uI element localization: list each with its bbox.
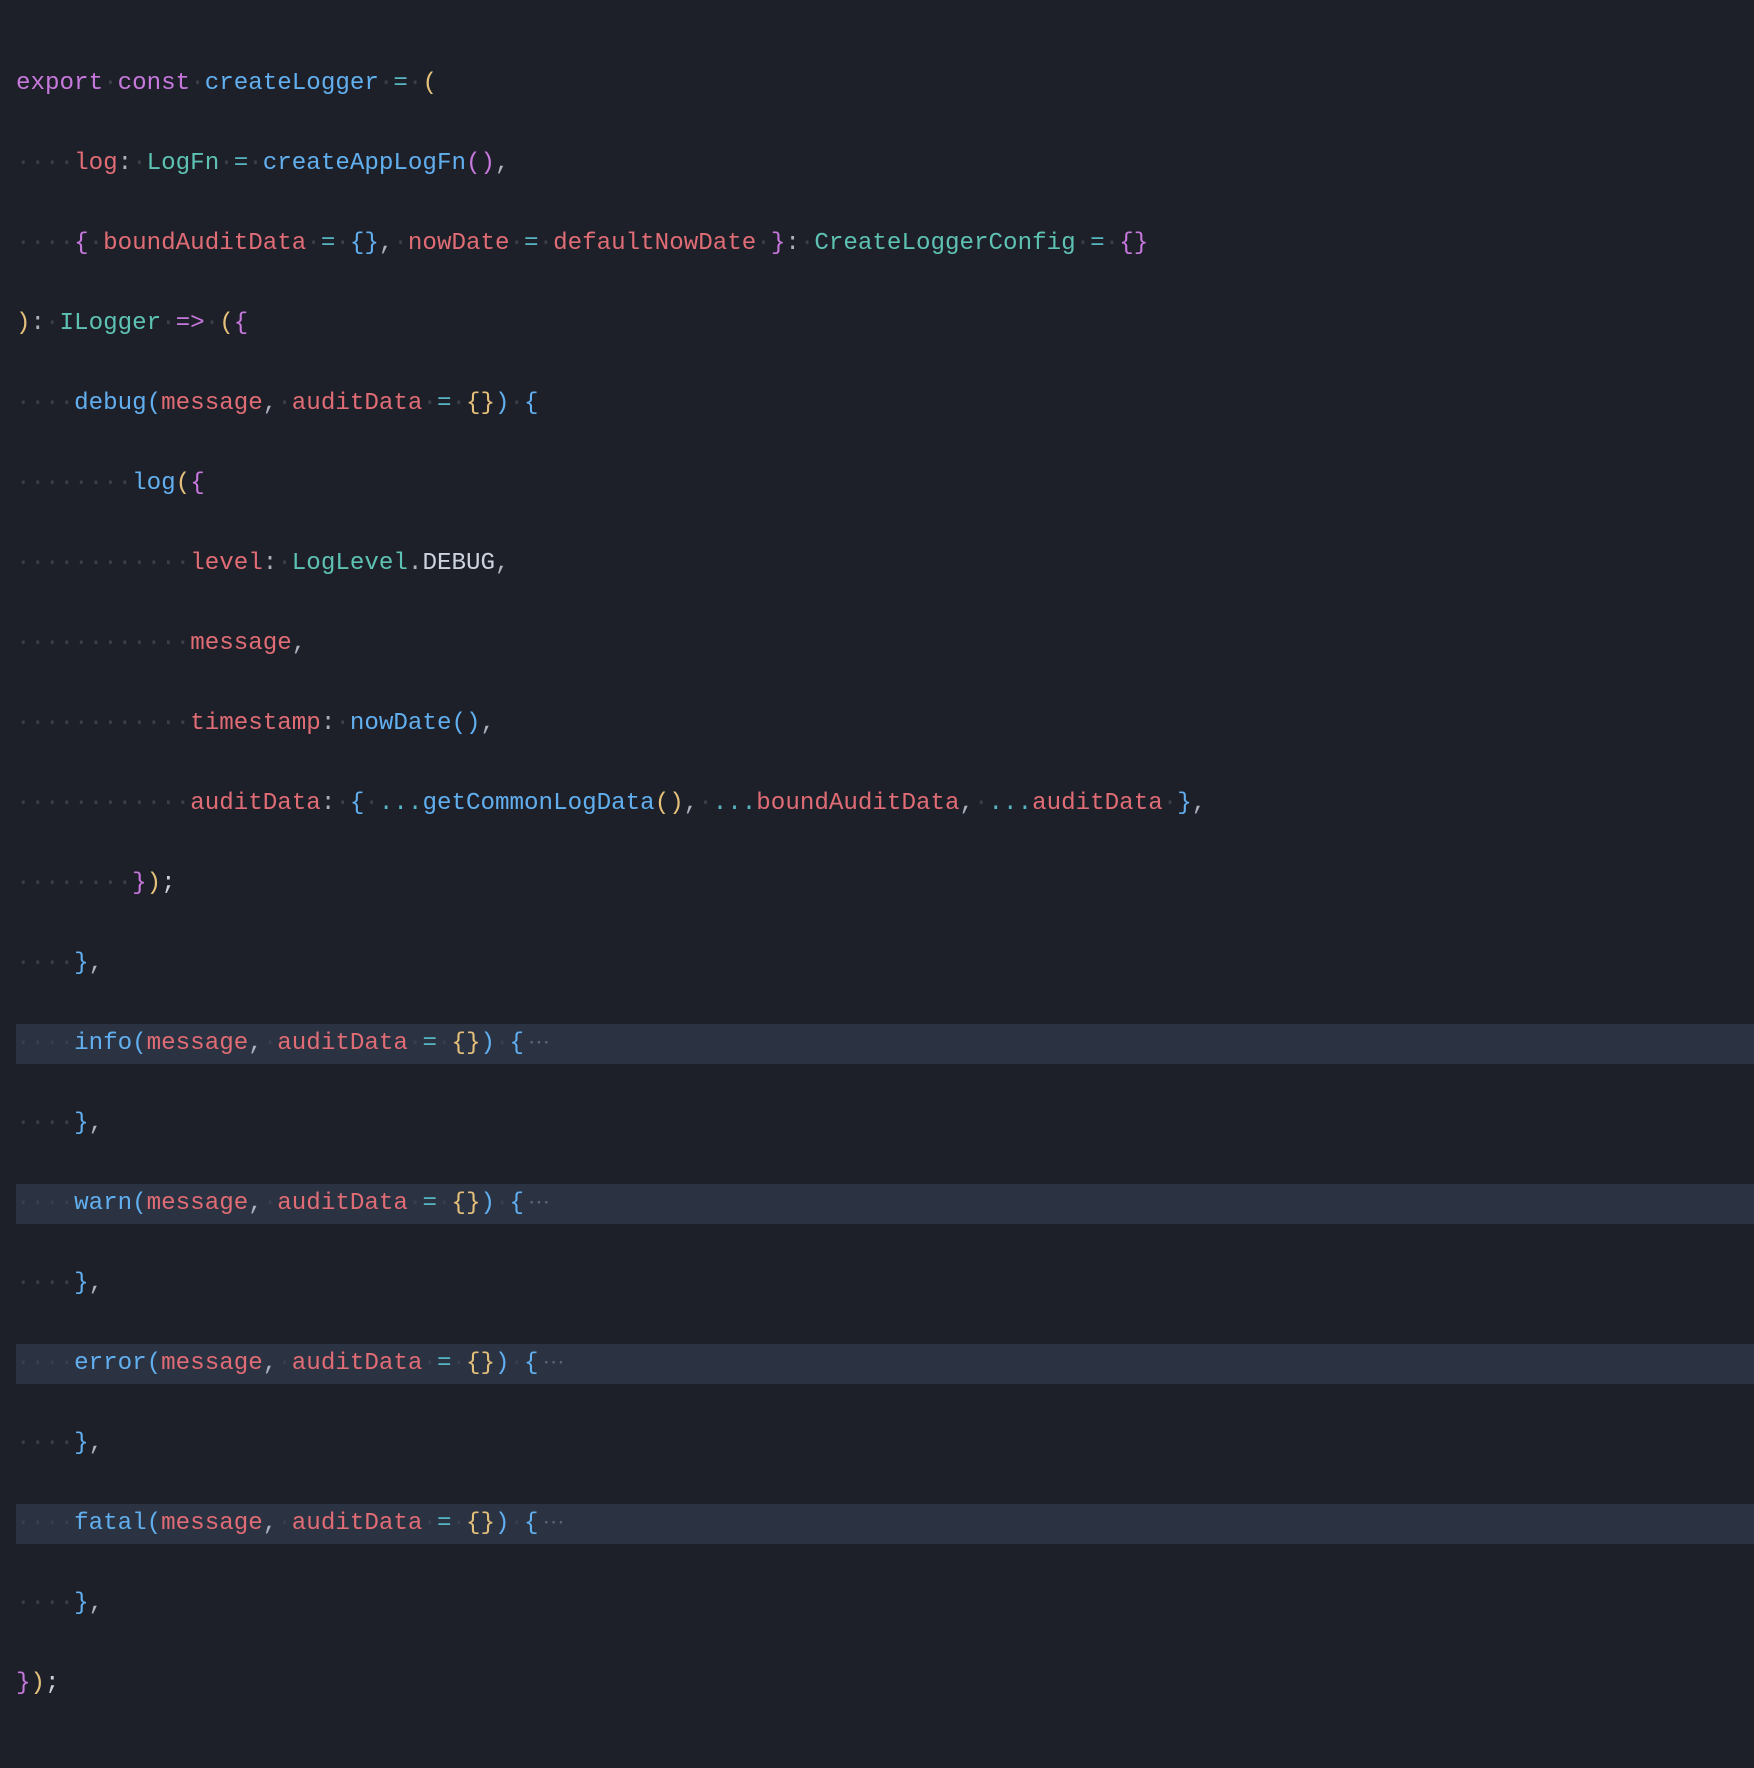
code-line: ············timestamp:·nowDate(), xyxy=(16,704,1754,744)
code-line-folded[interactable]: ····info(message,·auditData·=·{})·{⋯ xyxy=(16,1024,1754,1064)
code-line: ····}, xyxy=(16,1584,1754,1624)
param-message: message xyxy=(161,390,263,417)
code-line: ):·ILogger·=>·({ xyxy=(16,304,1754,344)
param-log: log xyxy=(74,150,118,177)
enum-LogLevel: LogLevel xyxy=(292,550,408,577)
param-boundAuditData: boundAuditData xyxy=(103,230,306,257)
code-line: ········log({ xyxy=(16,464,1754,504)
keyword-const: const xyxy=(118,70,191,97)
prop-level: level xyxy=(190,550,263,577)
code-line: ········}); xyxy=(16,864,1754,904)
code-line: ············auditData:·{·...getCommonLog… xyxy=(16,784,1754,824)
method-error: error xyxy=(74,1350,147,1377)
fold-icon[interactable]: ⋯ xyxy=(539,1351,569,1376)
call-log: log xyxy=(132,470,176,497)
fold-icon[interactable]: ⋯ xyxy=(524,1191,554,1216)
type-ILogger: ILogger xyxy=(60,310,162,337)
code-line: ····}, xyxy=(16,944,1754,984)
call-getCommonLogData: getCommonLogData xyxy=(422,790,654,817)
prop-message: message xyxy=(190,630,292,657)
code-line-folded[interactable]: ····fatal(message,·auditData·=·{})·{⋯ xyxy=(16,1504,1754,1544)
ident-boundAuditData: boundAuditData xyxy=(756,790,959,817)
ident-auditData: auditData xyxy=(1032,790,1163,817)
code-editor[interactable]: export·const·createLogger·=·( ····log:·L… xyxy=(0,0,1754,1768)
method-info: info xyxy=(74,1030,132,1057)
code-line: ····{·boundAuditData·=·{},·nowDate·=·def… xyxy=(16,224,1754,264)
keyword-export: export xyxy=(16,70,103,97)
call-nowDate: nowDate xyxy=(350,710,452,737)
code-line: ····log:·LogFn·=·createAppLogFn(), xyxy=(16,144,1754,184)
fold-icon[interactable]: ⋯ xyxy=(539,1511,569,1536)
type-LogFn: LogFn xyxy=(147,150,220,177)
prop-timestamp: timestamp xyxy=(190,710,321,737)
call-createAppLogFn: createAppLogFn xyxy=(263,150,466,177)
code-line: ····debug(message,·auditData·=·{})·{ xyxy=(16,384,1754,424)
code-line-folded[interactable]: ····warn(message,·auditData·=·{})·{⋯ xyxy=(16,1184,1754,1224)
code-line-folded[interactable]: ····error(message,·auditData·=·{})·{⋯ xyxy=(16,1344,1754,1384)
code-line: ············level:·LogLevel.DEBUG, xyxy=(16,544,1754,584)
code-line: ····}, xyxy=(16,1424,1754,1464)
fold-icon[interactable]: ⋯ xyxy=(524,1031,554,1056)
param-nowDate: nowDate xyxy=(408,230,510,257)
method-warn: warn xyxy=(74,1190,132,1217)
param-auditData: auditData xyxy=(292,390,423,417)
prop-auditData: auditData xyxy=(190,790,321,817)
type-CreateLoggerConfig: CreateLoggerConfig xyxy=(814,230,1075,257)
method-debug: debug xyxy=(74,390,147,417)
method-fatal: fatal xyxy=(74,1510,147,1537)
code-line: export·const·createLogger·=·( xyxy=(16,64,1754,104)
code-line: ············message, xyxy=(16,624,1754,664)
enum-DEBUG: DEBUG xyxy=(422,550,495,577)
code-line: }); xyxy=(16,1664,1754,1704)
code-line: ····}, xyxy=(16,1264,1754,1304)
defaultNowDate: defaultNowDate xyxy=(553,230,756,257)
function-name: createLogger xyxy=(205,70,379,97)
code-line: ····}, xyxy=(16,1104,1754,1144)
